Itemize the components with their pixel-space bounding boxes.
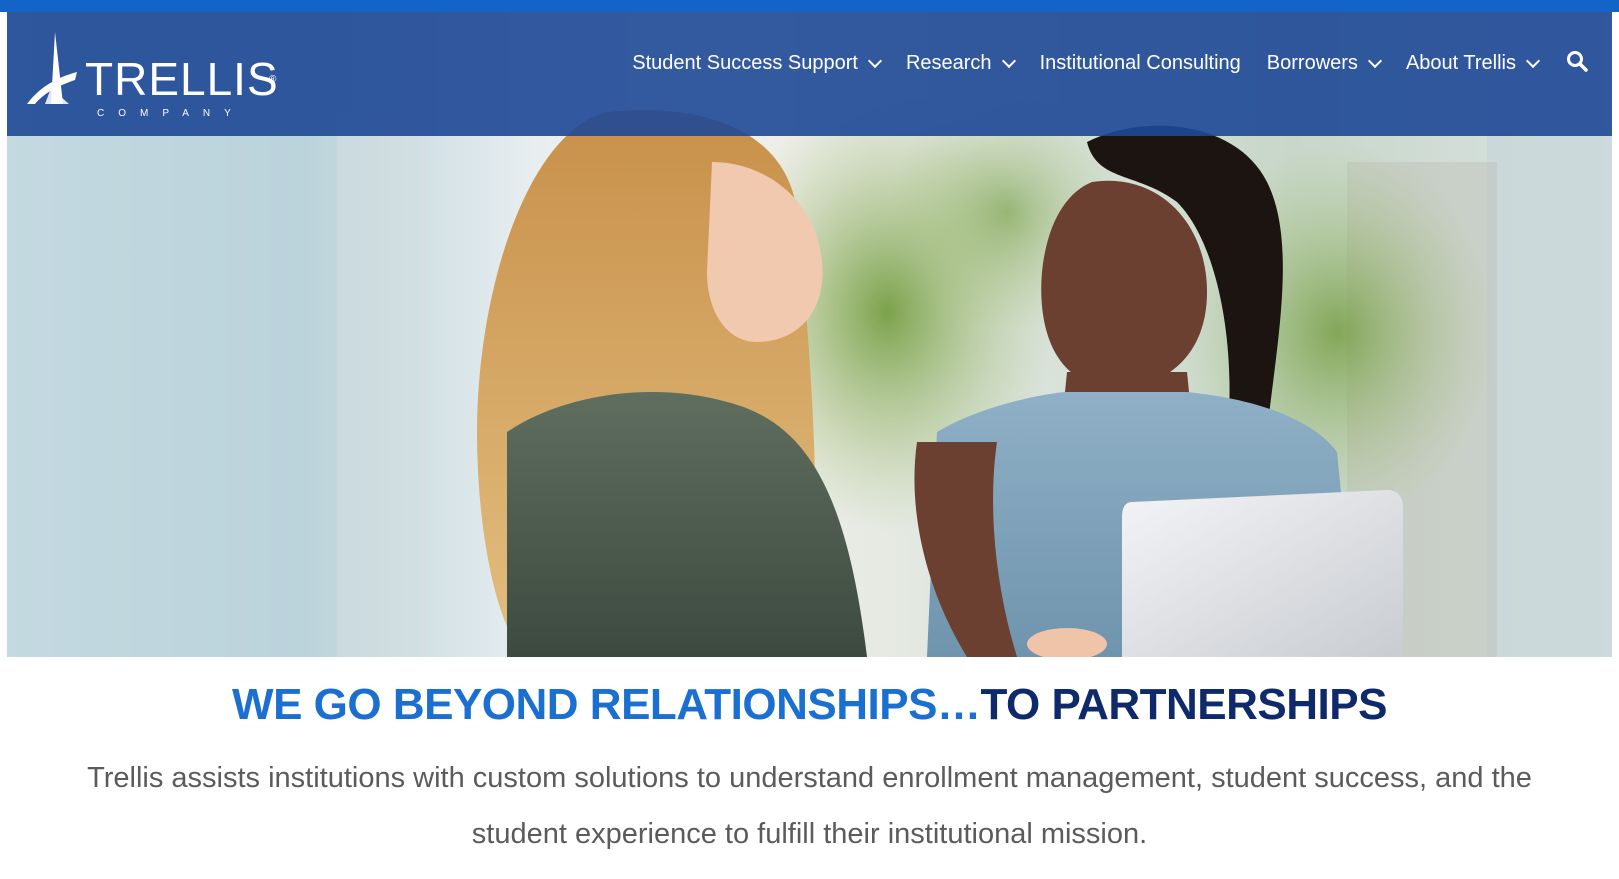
logo-wordmark: TRELLIS — [85, 53, 279, 105]
nav-label: About Trellis — [1405, 51, 1516, 74]
site-header: TRELLIS ® COMPANY Student Success Suppor… — [7, 12, 1612, 136]
hero-image: TRELLIS ® COMPANY Student Success Suppor… — [7, 12, 1612, 657]
chevron-down-icon — [867, 53, 883, 68]
nav-label: Borrowers — [1266, 51, 1358, 74]
nav-item-borrowers[interactable]: Borrowers — [1266, 51, 1383, 75]
intro-description: Trellis assists institutions with custom… — [87, 762, 1532, 850]
page-headline: WE GO BEYOND RELATIONSHIPS…TO PARTNERSHI… — [7, 680, 1612, 730]
trellis-logo[interactable]: TRELLIS ® COMPANY — [25, 30, 285, 120]
chevron-down-icon — [1525, 53, 1541, 68]
headline-part-2: TO PARTNERSHIPS — [980, 680, 1387, 729]
logo-registered-mark: ® — [269, 74, 277, 85]
trellis-logo-icon — [27, 32, 77, 104]
nav-item-research[interactable]: Research — [905, 51, 1016, 75]
search-icon[interactable] — [1566, 50, 1592, 76]
chevron-down-icon — [1001, 53, 1016, 68]
nav-item-student-success-support[interactable]: Student Success Support — [632, 51, 883, 75]
nav-item-about-trellis[interactable]: About Trellis — [1405, 51, 1541, 75]
browser-top-bar — [0, 0, 1619, 12]
nav-label: Institutional Consulting — [1039, 51, 1241, 74]
page: TRELLIS ® COMPANY Student Success Suppor… — [7, 12, 1612, 879]
headline-part-1: WE GO BEYOND RELATIONSHIPS… — [232, 680, 981, 729]
nav-label: Student Success Support — [632, 51, 858, 74]
main-menu: Student Success Support Research Institu… — [606, 50, 1592, 76]
nav-item-institutional-consulting[interactable]: Institutional Consulting — [1040, 52, 1241, 75]
chevron-down-icon — [1367, 53, 1383, 68]
logo-subtitle: COMPANY — [97, 108, 245, 119]
nav-label: Research — [905, 51, 992, 74]
